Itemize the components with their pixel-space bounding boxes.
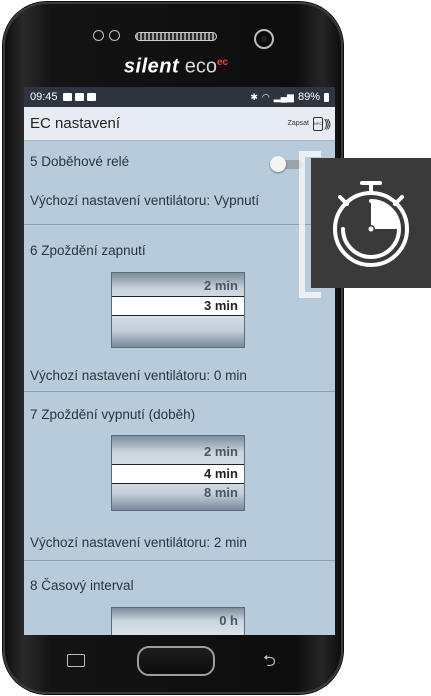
section-title: 6 Zpoždění zapnutí	[30, 243, 146, 258]
battery-icon	[324, 92, 329, 102]
section-default-text: Výchozí nastavení ventilátoru: 2 min	[30, 535, 247, 550]
speaker-grill	[135, 32, 217, 41]
section-title: 8 Časový interval	[30, 578, 134, 593]
recent-apps-icon[interactable]	[67, 654, 85, 667]
brand-logo: silent ecoec	[3, 50, 349, 80]
hardware-nav-bar: ⮌	[3, 642, 349, 690]
phone-frame: silent ecoec 09:45 ✱ ◠ ▂▄▆ 89% EC nastav…	[3, 2, 343, 694]
brand-primary: silent	[123, 55, 180, 78]
picker-option[interactable]: 8 min	[204, 485, 238, 500]
section-default-text: Výchozí nastavení ventilátoru: Vypnutí	[30, 193, 260, 208]
section-start-delay: 6 Zpoždění zapnutí 2 min 3 min Výchozí n…	[24, 225, 335, 392]
status-bar: 09:45 ✱ ◠ ▂▄▆ 89%	[24, 87, 335, 107]
section-default-text: Výchozí nastavení ventilátoru: 0 min	[30, 368, 247, 383]
section-stop-delay: 7 Zpoždění vypnutí (doběh) 2 min 4 min 8…	[24, 392, 335, 561]
status-time: 09:45	[30, 91, 58, 103]
picker-option[interactable]: 0 h	[219, 613, 238, 628]
app-bar: EC nastavení Zapsat NFC )))	[24, 107, 335, 141]
phone-screen: 09:45 ✱ ◠ ▂▄▆ 89% EC nastavení Zapsat NF…	[24, 87, 335, 635]
time-interval-picker[interactable]: 0 h	[111, 607, 245, 635]
video-icon	[86, 93, 96, 101]
front-camera	[254, 29, 274, 49]
bluetooth-icon: ✱	[250, 91, 258, 102]
wifi-icon: ◠	[261, 91, 270, 102]
nfc-phone-icon: NFC	[313, 116, 323, 131]
image-icon	[62, 93, 72, 101]
nfc-waves-icon: )))	[324, 117, 331, 130]
section-title: 7 Zpoždění vypnutí (doběh)	[30, 407, 196, 422]
signal-icon: ▂▄▆	[273, 91, 294, 102]
feature-icon-tile	[311, 158, 431, 288]
stopwatch-icon	[333, 181, 409, 267]
section-time-interval: 8 Časový interval 0 h	[24, 561, 335, 635]
section-run-on-relay: 5 Doběhové relé Výchozí nastavení ventil…	[24, 141, 335, 225]
brand-sup: ec	[216, 57, 229, 68]
battery-percent: 89%	[297, 91, 320, 103]
picker-selected[interactable]: 4 min	[112, 464, 244, 484]
mail-icon	[74, 93, 84, 101]
brand-secondary: eco	[184, 55, 217, 78]
picker-selected[interactable]: 3 min	[112, 296, 244, 316]
page-title: EC nastavení	[30, 115, 121, 132]
nfc-write-button[interactable]: NFC )))	[313, 116, 331, 131]
home-button[interactable]	[137, 646, 215, 676]
picker-option[interactable]: 2 min	[204, 444, 238, 459]
section-title: 5 Doběhové relé	[30, 154, 130, 169]
stop-delay-picker[interactable]: 2 min 4 min 8 min	[111, 435, 245, 511]
back-icon[interactable]: ⮌	[263, 650, 276, 677]
write-button-label[interactable]: Zapsat	[288, 120, 309, 127]
sensor-holes	[93, 30, 123, 44]
picker-option[interactable]: 2 min	[204, 278, 238, 293]
start-delay-picker[interactable]: 2 min 3 min	[111, 272, 245, 348]
